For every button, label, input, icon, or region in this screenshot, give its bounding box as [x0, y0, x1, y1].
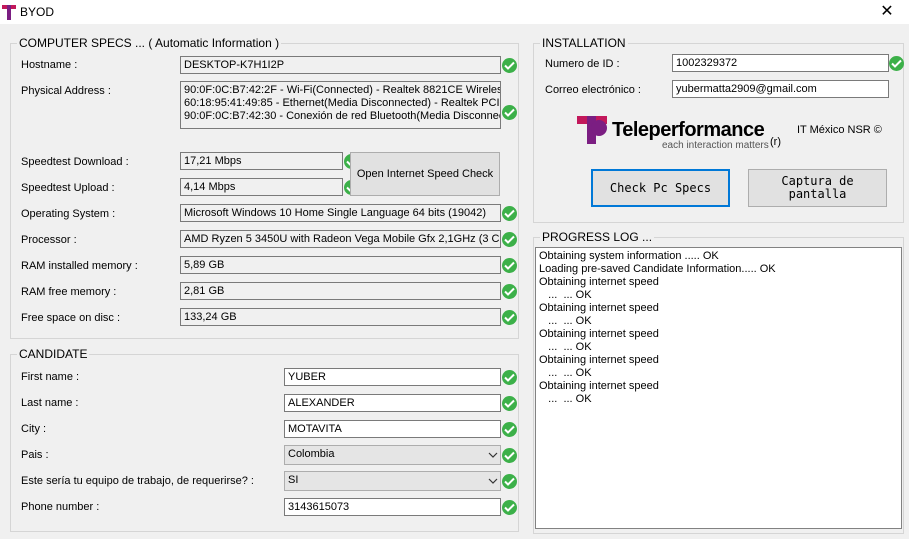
progress-log-title: PROGRESS LOG ... — [540, 230, 655, 244]
disk-field[interactable]: 133,24 GB — [180, 308, 501, 326]
processor-label: Processor : — [21, 234, 77, 246]
first-name-label: First name : — [21, 371, 80, 383]
teleperformance-brand-icon — [577, 116, 607, 144]
upload-label: Speedtest Upload : — [21, 182, 115, 194]
brand-tagline: each interaction matters — [662, 140, 769, 151]
physical-address-field[interactable]: 90:0F:0C:B7:42:2F - Wi-Fi(Connected) - R… — [180, 81, 501, 129]
email-input[interactable]: yubermatta2909@gmail.com — [672, 80, 889, 98]
os-label: Operating System : — [21, 208, 116, 220]
hostname-label: Hostname : — [21, 59, 78, 71]
upload-field[interactable]: 4,14 Mbps — [180, 178, 343, 196]
workteam-select[interactable]: SI — [284, 471, 501, 491]
last-name-input[interactable]: ALEXANDER — [284, 394, 501, 412]
progress-log-text[interactable]: Obtaining system information ..... OK Lo… — [535, 247, 902, 529]
hostname-ok-icon — [502, 58, 517, 73]
city-ok-icon — [502, 422, 517, 437]
country-select-value: Colombia — [288, 448, 335, 460]
brand-note: IT México NSR © — [797, 124, 882, 136]
os-ok-icon — [502, 206, 517, 221]
hostname-field[interactable]: DESKTOP-K7H1I2P — [180, 56, 501, 74]
workteam-select-value: SI — [288, 474, 299, 486]
download-label: Speedtest Download : — [21, 156, 129, 168]
ram-free-label: RAM free memory : — [21, 286, 117, 298]
processor-field[interactable]: AMD Ryzen 5 3450U with Radeon Vega Mobil… — [180, 230, 501, 248]
processor-ok-icon — [502, 232, 517, 247]
first-name-ok-icon — [502, 370, 517, 385]
open-speed-check-button[interactable]: Open Internet Speed Check — [350, 152, 500, 196]
check-pc-specs-button[interactable]: Check Pc Specs — [591, 169, 730, 207]
brand-registered: (r) — [770, 136, 781, 148]
last-name-label: Last name : — [21, 397, 79, 409]
ram-free-ok-icon — [502, 284, 517, 299]
capture-screen-button[interactable]: Captura de pantalla — [748, 169, 887, 207]
id-ok-icon — [889, 56, 904, 71]
ram-installed-label: RAM installed memory : — [21, 260, 138, 272]
ram-installed-field[interactable]: 5,89 GB — [180, 256, 501, 274]
brand-name: Teleperformance — [612, 119, 765, 141]
id-input[interactable]: 1002329372 — [672, 54, 889, 72]
city-input[interactable]: MOTAVITA — [284, 420, 501, 438]
chevron-down-icon — [488, 478, 498, 484]
physical-address-label: Physical Address : — [21, 85, 111, 97]
workteam-ok-icon — [502, 474, 517, 489]
candidate-title: CANDIDATE — [17, 347, 90, 361]
country-select[interactable]: Colombia — [284, 445, 501, 465]
ram-installed-ok-icon — [502, 258, 517, 273]
download-field[interactable]: 17,21 Mbps — [180, 152, 343, 170]
disk-label: Free space on disc : — [21, 312, 121, 324]
computer-specs-title: COMPUTER SPECS ... ( Automatic Informati… — [17, 36, 282, 50]
first-name-input[interactable]: YUBER — [284, 368, 501, 386]
close-button[interactable]: ✕ — [865, 0, 909, 24]
country-ok-icon — [502, 448, 517, 463]
teleperformance-logo-icon — [2, 5, 16, 20]
window-title: BYOD — [20, 5, 55, 19]
physical-address-ok-icon — [502, 105, 517, 120]
phone-ok-icon — [502, 500, 517, 515]
ram-free-field[interactable]: 2,81 GB — [180, 282, 501, 300]
email-label: Correo electrónico : — [545, 84, 641, 96]
chevron-down-icon — [488, 452, 498, 458]
city-label: City : — [21, 423, 47, 435]
os-field[interactable]: Microsoft Windows 10 Home Single Languag… — [180, 204, 501, 222]
disk-ok-icon — [502, 310, 517, 325]
title-bar: BYOD ✕ — [0, 0, 909, 24]
phone-input[interactable]: 3143615073 — [284, 498, 501, 516]
id-label: Numero de ID : — [545, 58, 620, 70]
installation-title: INSTALLATION — [540, 36, 628, 50]
last-name-ok-icon — [502, 396, 517, 411]
phone-label: Phone number : — [21, 501, 100, 513]
country-label: Pais : — [21, 449, 49, 461]
workteam-label: Este sería tu equipo de trabajo, de requ… — [21, 475, 254, 487]
